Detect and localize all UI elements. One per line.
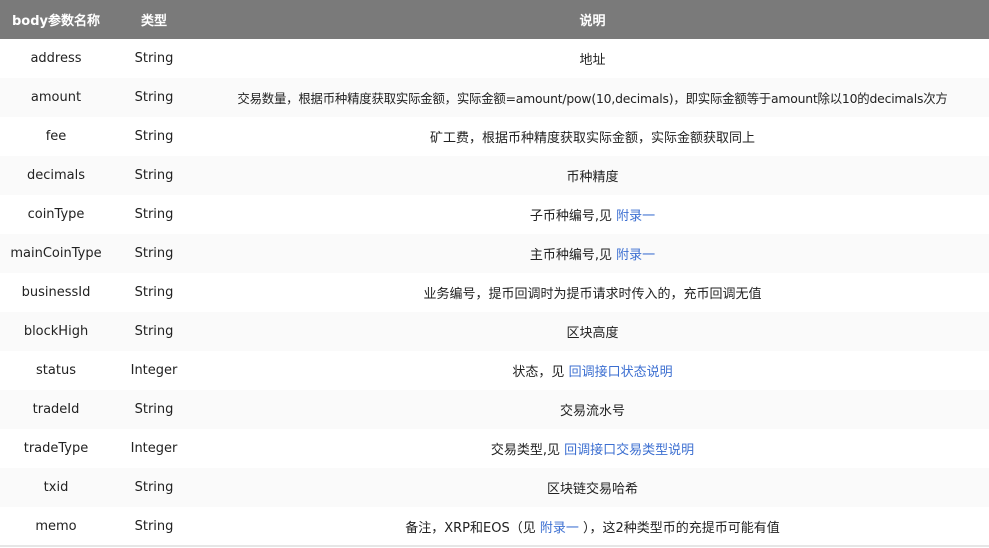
param-desc: 币种精度 bbox=[196, 156, 989, 195]
param-type: Integer bbox=[130, 363, 178, 378]
param-name: address bbox=[30, 51, 82, 66]
param-desc: 地址 bbox=[196, 39, 989, 78]
param-name: fee bbox=[45, 129, 67, 144]
param-desc-text: 业务编号，提币回调时为提币请求时传入的，充币回调无值 bbox=[423, 287, 762, 302]
param-type: String bbox=[134, 207, 174, 222]
param-type: String bbox=[134, 51, 174, 66]
param-desc-text: 区块高度 bbox=[566, 326, 619, 341]
param-type: String bbox=[134, 168, 174, 183]
param-desc-text: 主币种编号,见 bbox=[529, 248, 617, 263]
param-name: tradeId bbox=[32, 402, 80, 417]
param-desc: 区块链交易哈希 bbox=[196, 468, 989, 507]
param-type: String bbox=[134, 324, 174, 339]
param-name: txid bbox=[43, 480, 69, 495]
appendix-link[interactable]: 附录一 bbox=[616, 248, 655, 263]
table-row: address String 地址 bbox=[0, 39, 989, 78]
param-desc-text: 交易数量，根据币种精度获取实际金额，实际金额=amount/pow(10,dec… bbox=[237, 90, 948, 106]
param-type: Integer bbox=[130, 441, 178, 456]
table-header: body参数名称 类型 说明 bbox=[0, 0, 989, 39]
param-name: status bbox=[36, 363, 76, 378]
table-row: txid String 区块链交易哈希 bbox=[0, 468, 989, 507]
appendix-link[interactable]: 附录一 bbox=[616, 209, 655, 224]
param-desc: 业务编号，提币回调时为提币请求时传入的，充币回调无值 bbox=[196, 273, 989, 312]
table-row: memo String 备注，XRP和EOS（见 附录一 ），这2种类型币的充提… bbox=[0, 507, 989, 546]
param-name: blockHigh bbox=[23, 324, 89, 339]
param-type: String bbox=[134, 480, 174, 495]
param-name: decimals bbox=[26, 168, 86, 183]
appendix-link[interactable]: 附录一 bbox=[540, 521, 579, 536]
param-desc-text: 币种精度 bbox=[566, 170, 619, 185]
table-row: coinType String 子币种编号,见 附录一 bbox=[0, 195, 989, 234]
param-name: memo bbox=[35, 518, 77, 534]
table-row: fee String 矿工费，根据币种精度获取实际金额，实际金额获取同上 bbox=[0, 117, 989, 156]
param-desc: 子币种编号,见 附录一 bbox=[196, 195, 989, 234]
status-doc-link[interactable]: 回调接口状态说明 bbox=[569, 365, 673, 380]
param-type: String bbox=[134, 129, 174, 144]
param-desc: 交易类型,见 回调接口交易类型说明 bbox=[196, 429, 989, 468]
param-desc-text-after: ），这2种类型币的充提币可能有值 bbox=[578, 520, 780, 536]
header-name: body参数名称 bbox=[11, 14, 101, 29]
param-desc: 矿工费，根据币种精度获取实际金额，实际金额获取同上 bbox=[196, 117, 989, 156]
param-desc: 交易数量，根据币种精度获取实际金额，实际金额=amount/pow(10,dec… bbox=[196, 78, 989, 117]
param-name: coinType bbox=[27, 207, 85, 222]
param-desc: 备注，XRP和EOS（见 附录一 ），这2种类型币的充提币可能有值 bbox=[196, 507, 989, 546]
trade-type-doc-link[interactable]: 回调接口交易类型说明 bbox=[564, 443, 694, 458]
table-row: businessId String 业务编号，提币回调时为提币请求时传入的，充币… bbox=[0, 273, 989, 312]
header-type: 类型 bbox=[140, 14, 167, 29]
param-desc-text: 备注，XRP和EOS（见 bbox=[405, 520, 540, 536]
param-name: businessId bbox=[21, 285, 91, 300]
param-type: String bbox=[134, 90, 174, 105]
param-desc-text: 状态，见 bbox=[512, 365, 569, 380]
param-desc: 主币种编号,见 附录一 bbox=[196, 234, 989, 273]
param-type: String bbox=[134, 402, 174, 417]
table-row: blockHigh String 区块高度 bbox=[0, 312, 989, 351]
param-name: mainCoinType bbox=[10, 246, 102, 261]
param-desc-text: 矿工费，根据币种精度获取实际金额，实际金额获取同上 bbox=[429, 131, 755, 146]
table-body: address String 地址 amount String 交易数量，根据币… bbox=[0, 39, 989, 546]
header-row: body参数名称 类型 说明 bbox=[0, 0, 989, 39]
param-desc-text: 地址 bbox=[579, 53, 606, 68]
table-row: amount String 交易数量，根据币种精度获取实际金额，实际金额=amo… bbox=[0, 78, 989, 117]
params-table: body参数名称 类型 说明 address String 地址 amount … bbox=[0, 0, 989, 547]
param-type: String bbox=[134, 285, 174, 300]
param-desc-text: 子币种编号,见 bbox=[529, 209, 617, 224]
table-row: status Integer 状态，见 回调接口状态说明 bbox=[0, 351, 989, 390]
param-type: String bbox=[134, 518, 174, 534]
header-desc: 说明 bbox=[579, 14, 606, 29]
param-desc-text: 交易类型,见 bbox=[490, 443, 565, 458]
param-desc-text: 交易流水号 bbox=[559, 404, 625, 419]
param-desc-text: 区块链交易哈希 bbox=[546, 482, 638, 497]
param-desc: 区块高度 bbox=[196, 312, 989, 351]
table-row: tradeType Integer 交易类型,见 回调接口交易类型说明 bbox=[0, 429, 989, 468]
table-row: tradeId String 交易流水号 bbox=[0, 390, 989, 429]
param-type: String bbox=[134, 246, 174, 261]
param-name: amount bbox=[30, 90, 82, 105]
table-row: mainCoinType String 主币种编号,见 附录一 bbox=[0, 234, 989, 273]
param-desc: 交易流水号 bbox=[196, 390, 989, 429]
param-desc: 状态，见 回调接口状态说明 bbox=[196, 351, 989, 390]
table-row: decimals String 币种精度 bbox=[0, 156, 989, 195]
param-name: tradeType bbox=[23, 441, 89, 456]
